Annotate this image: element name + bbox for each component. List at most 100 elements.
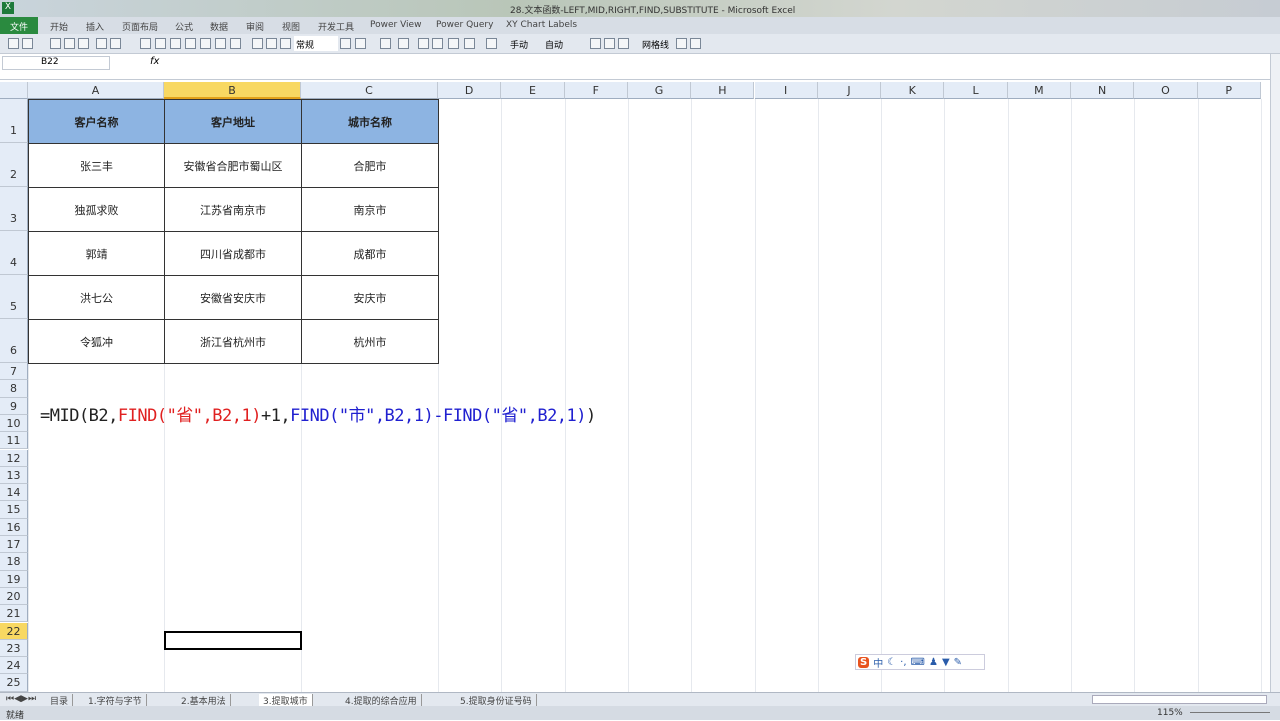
table-cell[interactable]: 张三丰 — [28, 143, 165, 188]
toolbar-icon[interactable] — [64, 38, 75, 49]
toolbar-icon[interactable] — [185, 38, 196, 49]
table-cell[interactable]: 郭靖 — [28, 231, 165, 276]
number-format-select[interactable]: 常规 — [294, 36, 338, 51]
toolbar-icon[interactable] — [418, 38, 429, 49]
toolbar-icon[interactable] — [230, 38, 241, 49]
table-cell[interactable]: 四川省成都市 — [164, 231, 302, 276]
column-header-O[interactable]: O — [1134, 82, 1198, 99]
table-cell[interactable]: 杭州市 — [301, 319, 439, 364]
toolbar-icon[interactable] — [398, 38, 409, 49]
column-header-E[interactable]: E — [501, 82, 565, 99]
toolbar-icon[interactable] — [604, 38, 615, 49]
toolbar-icon[interactable] — [170, 38, 181, 49]
select-all-corner[interactable] — [0, 82, 28, 99]
row-header-12[interactable]: 12 — [0, 449, 28, 467]
toolbar-icon[interactable] — [280, 38, 291, 49]
formula-input[interactable] — [165, 55, 1265, 71]
column-header-L[interactable]: L — [944, 82, 1008, 99]
table-cell[interactable]: 江苏省南京市 — [164, 187, 302, 232]
toolbar-icon[interactable] — [78, 38, 89, 49]
toolbar-icon[interactable] — [252, 38, 263, 49]
toolbar-icon[interactable] — [590, 38, 601, 49]
row-header-25[interactable]: 25 — [0, 674, 28, 692]
column-header-N[interactable]: N — [1071, 82, 1135, 99]
ribbon-tab[interactable]: 开始 — [50, 20, 68, 33]
user-icon[interactable]: ♟ — [929, 657, 938, 668]
row-header-6[interactable]: 6 — [0, 319, 28, 363]
ribbon-tab[interactable]: 开发工具 — [318, 20, 354, 33]
ribbon-tab[interactable]: 公式 — [175, 20, 193, 33]
row-header-24[interactable]: 24 — [0, 657, 28, 675]
toolbar-icon[interactable] — [155, 38, 166, 49]
ime-mode[interactable]: 中 — [873, 655, 883, 670]
toolbar-icon[interactable] — [618, 38, 629, 49]
toolbar-icon[interactable] — [200, 38, 211, 49]
row-header-3[interactable]: 3 — [0, 187, 28, 231]
zoom-slider[interactable] — [1190, 712, 1270, 713]
row-header-16[interactable]: 16 — [0, 518, 28, 536]
toolbar-icon[interactable] — [464, 38, 475, 49]
row-header-21[interactable]: 21 — [0, 605, 28, 623]
ribbon-tab[interactable]: Power View — [370, 20, 421, 30]
row-header-19[interactable]: 19 — [0, 570, 28, 588]
toolbar-icon[interactable] — [96, 38, 107, 49]
ribbon-tab[interactable]: 插入 — [86, 20, 104, 33]
table-cell[interactable]: 南京市 — [301, 187, 439, 232]
active-cell-B22[interactable] — [164, 631, 302, 650]
row-header-4[interactable]: 4 — [0, 231, 28, 275]
row-header-23[interactable]: 23 — [0, 639, 28, 658]
row-header-7[interactable]: 7 — [0, 363, 28, 381]
toolbar-icon[interactable] — [690, 38, 701, 49]
table-header-cell[interactable]: 客户地址 — [164, 99, 302, 144]
row-header-15[interactable]: 15 — [0, 501, 28, 519]
column-header-M[interactable]: M — [1007, 82, 1071, 99]
row-header-17[interactable]: 17 — [0, 536, 28, 554]
vertical-scrollbar[interactable] — [1270, 54, 1280, 692]
table-cell[interactable]: 洪七公 — [28, 275, 165, 320]
table-header-cell[interactable]: 城市名称 — [301, 99, 439, 144]
toolbar-icon[interactable] — [215, 38, 226, 49]
name-box[interactable]: B22 — [2, 56, 110, 70]
column-header-B[interactable]: B — [164, 82, 301, 99]
table-cell[interactable]: 令狐冲 — [28, 319, 165, 364]
column-header-C[interactable]: C — [301, 82, 438, 99]
column-header-H[interactable]: H — [691, 82, 755, 99]
row-header-13[interactable]: 13 — [0, 466, 28, 485]
ribbon-tab[interactable]: 页面布局 — [122, 20, 158, 33]
toolbar-icon[interactable] — [110, 38, 121, 49]
table-header-cell[interactable]: 客户名称 — [28, 99, 165, 144]
auto-label[interactable]: 自动 — [545, 38, 563, 51]
column-header-J[interactable]: J — [817, 82, 882, 99]
moon-icon[interactable]: ☾ — [887, 657, 896, 668]
ribbon-tab[interactable]: 文件 — [0, 17, 38, 34]
ribbon-tab[interactable]: 数据 — [210, 20, 228, 33]
ribbon-tab[interactable]: Power Query — [436, 20, 493, 30]
row-header-20[interactable]: 20 — [0, 587, 28, 606]
table-cell[interactable]: 成都市 — [301, 231, 439, 276]
table-cell[interactable]: 安徽省安庆市 — [164, 275, 302, 320]
row-header-9[interactable]: 9 — [0, 397, 28, 415]
row-header-5[interactable]: 5 — [0, 275, 28, 319]
ime-toolbar[interactable]: S 中 ☾ ·, ⌨ ♟ ▼ ✎ — [855, 654, 985, 670]
wrap-label[interactable]: 手动 — [510, 38, 528, 51]
column-header-I[interactable]: I — [754, 82, 818, 99]
toolbar-icon[interactable] — [22, 38, 33, 49]
row-header-1[interactable]: 1 — [0, 99, 28, 143]
column-header-D[interactable]: D — [438, 82, 502, 99]
ribbon-tab[interactable]: XY Chart Labels — [506, 20, 577, 30]
fx-icon[interactable]: fx — [150, 56, 159, 67]
toolbar-icon[interactable] — [340, 38, 351, 49]
worksheet-grid[interactable]: A B C D E F G H I J K L M N O P 1 2 3 4 5 6 7 8 9 10 11 12 13 14 15 16 1… — [0, 82, 1270, 692]
table-cell[interactable]: 浙江省杭州市 — [164, 319, 302, 364]
row-header-10[interactable]: 10 — [0, 414, 28, 433]
table-cell[interactable]: 独孤求败 — [28, 187, 165, 232]
horizontal-scrollbar[interactable] — [1092, 695, 1267, 704]
column-header-A[interactable]: A — [28, 82, 164, 99]
toolbar-icon[interactable] — [50, 38, 61, 49]
column-header-F[interactable]: F — [564, 82, 628, 99]
table-cell[interactable]: 合肥市 — [301, 143, 439, 188]
column-header-K[interactable]: K — [881, 82, 945, 99]
row-header-14[interactable]: 14 — [0, 484, 28, 502]
table-cell[interactable]: 安徽省合肥市蜀山区 — [164, 143, 302, 188]
tab-nav-arrows[interactable]: ⏮◀▶⏭ — [2, 694, 40, 704]
